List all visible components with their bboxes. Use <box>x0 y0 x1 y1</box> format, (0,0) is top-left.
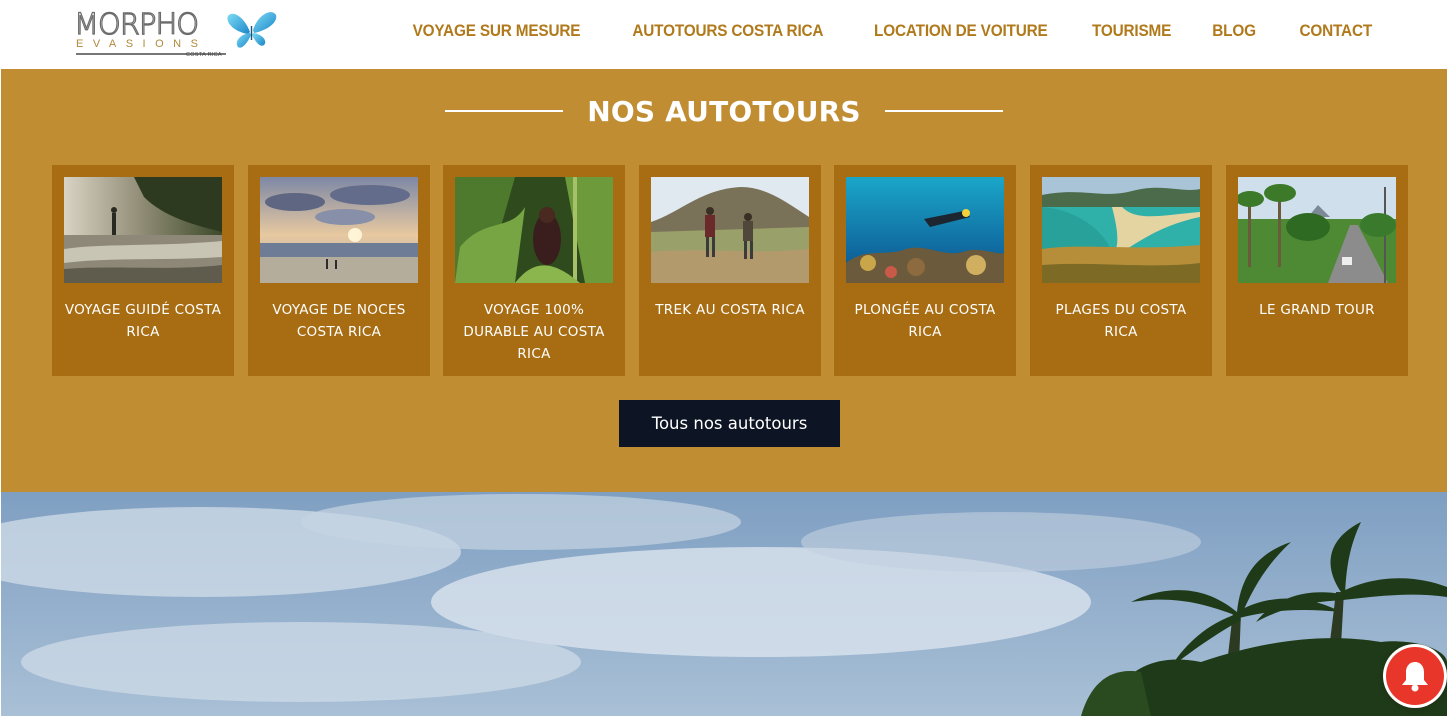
card-grand-tour[interactable]: LE GRAND TOUR <box>1226 165 1408 376</box>
section-heading: NOS AUTOTOURS <box>1 91 1447 131</box>
autotours-section: NOS AUTOTOURS VOYAGE GUIDÉ COSTA RICA VO… <box>1 69 1447 492</box>
card-label: TREK AU COSTA RICA <box>655 302 805 318</box>
all-autotours-button[interactable]: Tous nos autotours <box>619 400 840 447</box>
card-image-voyage-guide <box>64 177 222 283</box>
card-image-trek <box>651 177 809 283</box>
autotours-cards: VOYAGE GUIDÉ COSTA RICA VOYAGE DE NOCES … <box>52 165 1408 376</box>
logo[interactable]: MORPHO EVASIONS COSTA RICA <box>73 7 279 60</box>
nav-blog[interactable]: BLOG <box>1212 22 1256 41</box>
nav-voyage-sur-mesure[interactable]: VOYAGE SUR MESURE <box>412 22 580 41</box>
card-label: VOYAGE DE NOCES COSTA RICA <box>272 302 406 340</box>
card-image-voyage-de-noces <box>260 177 418 283</box>
card-label: PLONGÉE AU COSTA RICA <box>854 302 996 340</box>
logo-wordmark: MORPHO <box>73 7 199 41</box>
title-divider-left <box>445 110 564 112</box>
card-label: PLAGES DU COSTA RICA <box>1055 302 1187 340</box>
bell-icon <box>1402 662 1428 692</box>
card-image-plages <box>1042 177 1200 283</box>
nav-autotours-costa-rica[interactable]: AUTOTOURS COSTA RICA <box>632 22 823 41</box>
card-plages[interactable]: PLAGES DU COSTA RICA <box>1030 165 1212 376</box>
main-nav: VOYAGE SUR MESURE AUTOTOURS COSTA RICA L… <box>362 22 1372 41</box>
butterfly-icon <box>227 12 277 48</box>
card-voyage-de-noces[interactable]: VOYAGE DE NOCES COSTA RICA <box>248 165 430 376</box>
card-label: VOYAGE GUIDÉ COSTA RICA <box>64 302 222 340</box>
nav-tourisme[interactable]: TOURISME <box>1092 22 1171 41</box>
logo-subtitle: EVASIONS <box>76 38 208 50</box>
card-voyage-guide[interactable]: VOYAGE GUIDÉ COSTA RICA <box>52 165 234 376</box>
logo-tagline: COSTA RICA <box>186 52 222 58</box>
card-label: LE GRAND TOUR <box>1259 302 1375 318</box>
card-image-grand-tour <box>1238 177 1396 283</box>
nav-contact[interactable]: CONTACT <box>1299 22 1372 41</box>
card-image-voyage-durable <box>455 177 613 283</box>
section-title: NOS AUTOTOURS <box>587 94 861 128</box>
card-plongee[interactable]: PLONGÉE AU COSTA RICA <box>834 165 1016 376</box>
hero-image <box>1 492 1447 716</box>
notification-bell-button[interactable] <box>1386 647 1444 705</box>
card-image-plongee <box>846 177 1004 283</box>
card-label: VOYAGE 100% DURABLE AU COSTA RICA <box>463 302 605 362</box>
card-voyage-durable[interactable]: VOYAGE 100% DURABLE AU COSTA RICA <box>443 165 625 376</box>
card-trek[interactable]: TREK AU COSTA RICA <box>639 165 821 376</box>
site-header: MORPHO EVASIONS COSTA RICA VOYAGE SUR ME… <box>0 0 1448 69</box>
nav-location-de-voiture[interactable]: LOCATION DE VOITURE <box>874 22 1048 41</box>
title-divider-right <box>884 110 1003 112</box>
